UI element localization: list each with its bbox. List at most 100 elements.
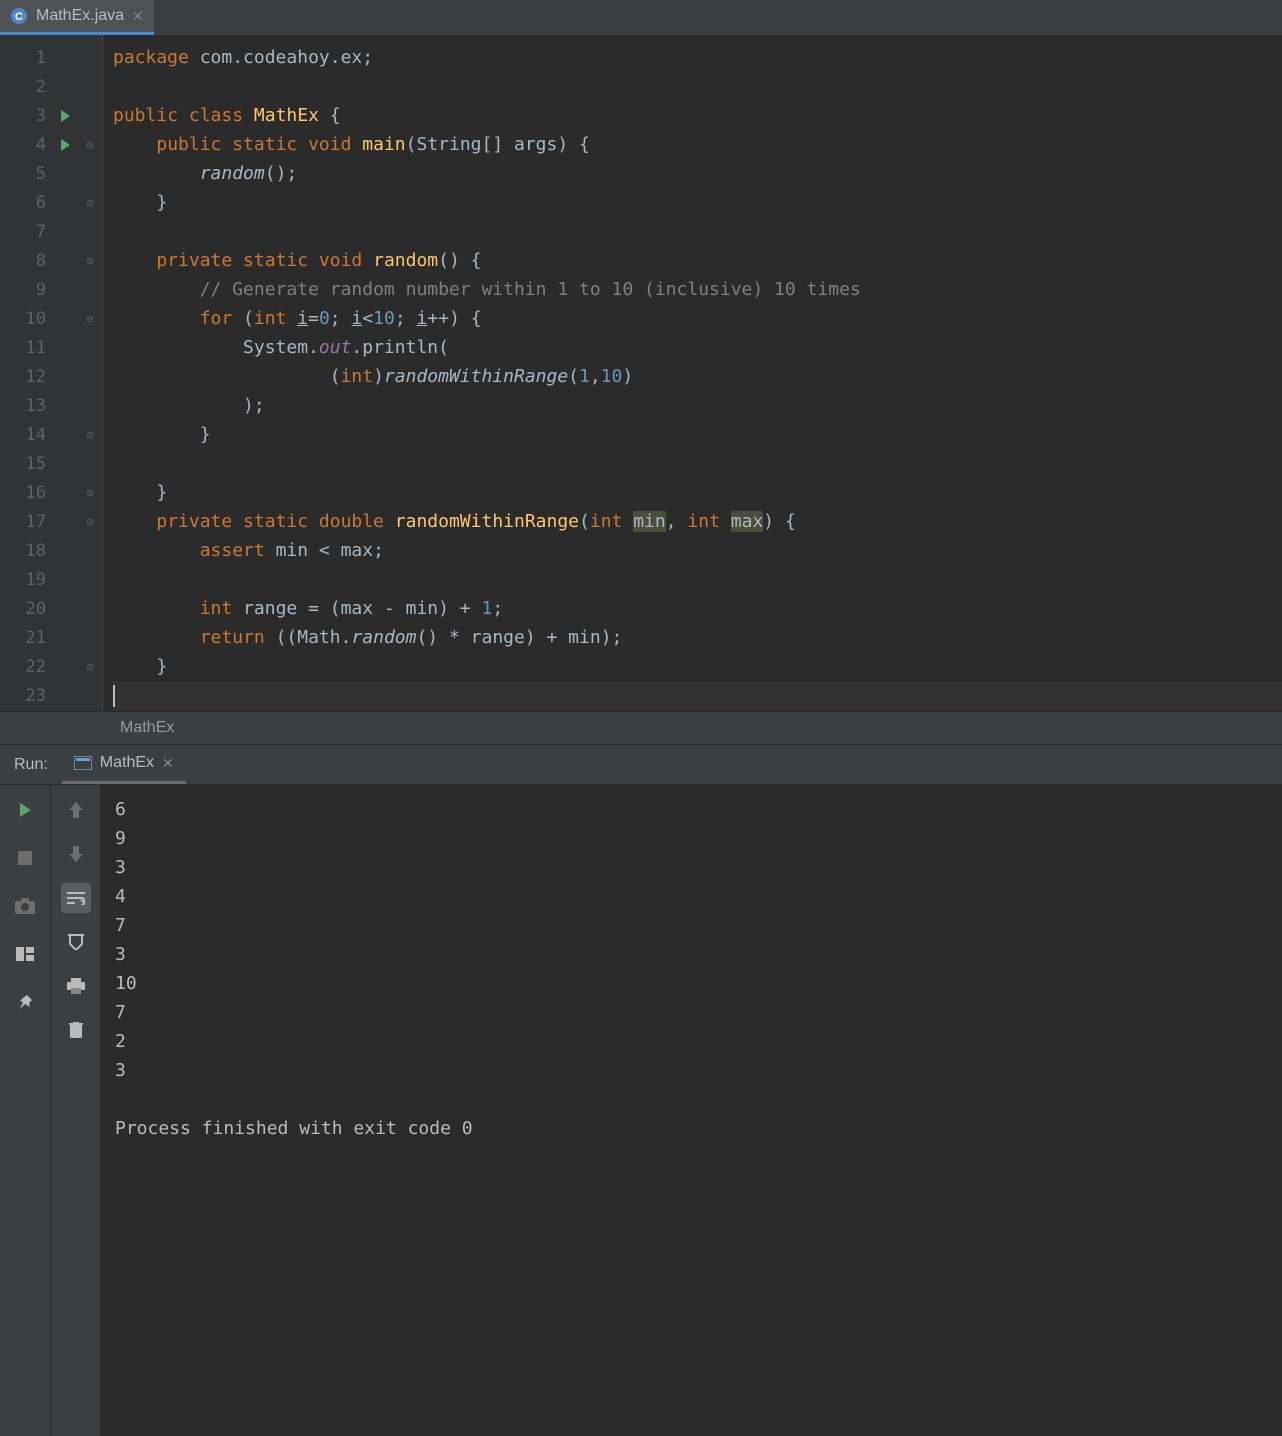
soft-wrap-button[interactable] <box>61 883 91 913</box>
gutter-row[interactable]: 22⊖ <box>0 652 102 681</box>
close-icon[interactable]: ✕ <box>162 755 174 772</box>
run-panel-header: Run: MathEx ✕ <box>0 745 1282 785</box>
editor-gutter[interactable]: 1234⊖56⊖78⊖910⊖11121314⊖1516⊖17⊖18192021… <box>0 35 103 711</box>
fold-toggle[interactable]: ⊖ <box>80 515 100 529</box>
gutter-row[interactable]: 8⊖ <box>0 246 102 275</box>
code-editor[interactable]: 1234⊖56⊖78⊖910⊖11121314⊖1516⊖17⊖18192021… <box>0 35 1282 711</box>
gutter-row[interactable]: 18 <box>0 536 102 565</box>
code-line[interactable]: private static void random() { <box>113 246 1282 275</box>
clear-button[interactable] <box>61 1015 91 1045</box>
gutter-row[interactable]: 7 <box>0 217 102 246</box>
line-number: 8 <box>0 251 50 271</box>
layout-button[interactable] <box>10 939 40 969</box>
fold-toggle[interactable]: ⊖ <box>80 196 100 210</box>
code-line[interactable] <box>113 217 1282 246</box>
arrow-up-icon <box>69 802 83 818</box>
gutter-row[interactable]: 2 <box>0 72 102 101</box>
code-line[interactable]: ); <box>113 391 1282 420</box>
gutter-row[interactable]: 20 <box>0 594 102 623</box>
gutter-row[interactable]: 14⊖ <box>0 420 102 449</box>
stop-button[interactable] <box>10 843 40 873</box>
layout-icon <box>16 947 34 961</box>
gutter-row[interactable]: 3 <box>0 101 102 130</box>
gutter-row[interactable]: 21 <box>0 623 102 652</box>
line-number: 9 <box>0 280 50 300</box>
code-line[interactable]: package com.codeahoy.ex; <box>113 43 1282 72</box>
code-line[interactable]: assert min < max; <box>113 536 1282 565</box>
code-line[interactable]: int range = (max - min) + 1; <box>113 594 1282 623</box>
gutter-row[interactable]: 17⊖ <box>0 507 102 536</box>
line-number: 4 <box>0 135 50 155</box>
gutter-row[interactable]: 16⊖ <box>0 478 102 507</box>
gutter-row[interactable]: 4⊖ <box>0 130 102 159</box>
camera-icon <box>15 898 35 914</box>
gutter-row[interactable]: 10 ⊖ <box>0 304 102 333</box>
code-line[interactable]: public class MathEx { <box>113 101 1282 130</box>
gutter-row[interactable]: 15 <box>0 449 102 478</box>
console-output[interactable]: 6 9 3 4 7 3 10 7 2 3 Process finished wi… <box>101 785 1282 1436</box>
code-line[interactable]: } <box>113 420 1282 449</box>
gutter-row[interactable]: 9 <box>0 275 102 304</box>
fold-toggle[interactable]: ⊖ <box>80 660 100 674</box>
gutter-row[interactable]: 1 <box>0 43 102 72</box>
tab-filename: MathEx.java <box>36 7 124 25</box>
code-area[interactable]: package com.codeahoy.ex; public class Mat… <box>103 35 1282 711</box>
run-gutter-icon[interactable] <box>50 110 80 122</box>
down-button[interactable] <box>61 839 91 869</box>
gutter-row[interactable]: 13 <box>0 391 102 420</box>
gutter-row[interactable]: 23 <box>0 681 102 710</box>
scroll-to-end-button[interactable] <box>61 927 91 957</box>
rerun-button[interactable] <box>10 795 40 825</box>
run-config-name: MathEx <box>100 754 154 772</box>
line-number: 7 <box>0 222 50 242</box>
pin-button[interactable] <box>10 987 40 1017</box>
code-line[interactable]: (int)randomWithinRange(1,10) <box>113 362 1282 391</box>
line-number: 13 <box>0 396 50 416</box>
code-line[interactable] <box>113 449 1282 478</box>
fold-toggle[interactable]: ⊖ <box>80 486 100 500</box>
fold-toggle[interactable]: ⊖ <box>80 312 100 326</box>
run-gutter-icon[interactable] <box>50 139 80 151</box>
gutter-row[interactable]: 12 <box>0 362 102 391</box>
breadcrumb[interactable]: MathEx <box>0 711 1282 745</box>
print-button[interactable] <box>61 971 91 1001</box>
code-line[interactable]: // Generate random number within 1 to 10… <box>113 275 1282 304</box>
code-line[interactable]: private static double randomWithinRange(… <box>113 507 1282 536</box>
console-icon <box>74 756 92 770</box>
line-number: 11 <box>0 338 50 358</box>
line-number: 19 <box>0 570 50 590</box>
code-line[interactable]: } <box>113 478 1282 507</box>
editor-tab-mathex[interactable]: C MathEx.java ✕ <box>0 0 154 35</box>
run-label: Run: <box>0 756 62 774</box>
gutter-row[interactable]: 19 <box>0 565 102 594</box>
fold-toggle[interactable]: ⊖ <box>80 138 100 152</box>
fold-toggle[interactable]: ⊖ <box>80 428 100 442</box>
line-number: 10 <box>0 309 50 329</box>
gutter-row[interactable]: 5 <box>0 159 102 188</box>
code-line[interactable]: random(); <box>113 159 1282 188</box>
code-line[interactable]: return ((Math.random() * range) + min); <box>113 623 1282 652</box>
run-config-tab[interactable]: MathEx ✕ <box>62 745 186 784</box>
code-line[interactable]: System.out.println( <box>113 333 1282 362</box>
line-number: 20 <box>0 599 50 619</box>
fold-toggle[interactable]: ⊖ <box>80 254 100 268</box>
code-line[interactable]: } <box>113 652 1282 681</box>
dump-threads-button[interactable] <box>10 891 40 921</box>
line-number: 2 <box>0 77 50 97</box>
line-number: 18 <box>0 541 50 561</box>
code-line[interactable] <box>113 72 1282 101</box>
pin-icon <box>17 994 33 1010</box>
gutter-row[interactable]: 6⊖ <box>0 188 102 217</box>
code-line[interactable] <box>113 565 1282 594</box>
play-icon <box>61 110 70 122</box>
code-line[interactable]: public static void main(String[] args) { <box>113 130 1282 159</box>
play-icon <box>20 803 31 817</box>
code-line[interactable] <box>113 681 1282 710</box>
up-button[interactable] <box>61 795 91 825</box>
code-line[interactable]: for (int i=0; i<10; i++) { <box>113 304 1282 333</box>
gutter-row[interactable]: 11 <box>0 333 102 362</box>
editor-tab-bar: C MathEx.java ✕ <box>0 0 1282 35</box>
run-panel: 6 9 3 4 7 3 10 7 2 3 Process finished wi… <box>0 785 1282 1436</box>
code-line[interactable]: } <box>113 188 1282 217</box>
close-icon[interactable]: ✕ <box>132 8 144 25</box>
